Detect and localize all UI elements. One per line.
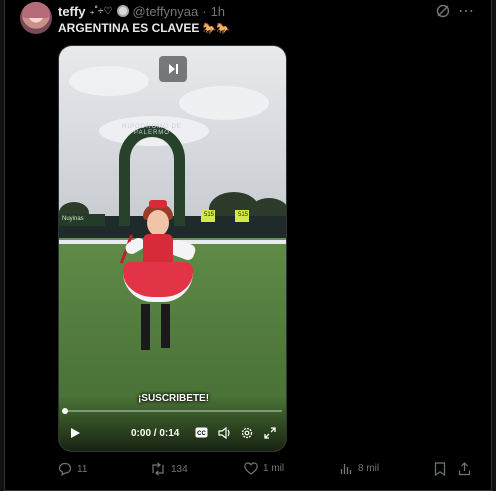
post-header: teffy ₊˚÷♡ @teffynyaa · 1h bbox=[58, 3, 225, 19]
pause-icon bbox=[169, 64, 178, 74]
progress-bar[interactable] bbox=[62, 408, 282, 414]
post-text: ARGENTINA ES CLAVEE 🐎🐎 bbox=[58, 21, 230, 35]
name-decoration: ₊˚÷♡ bbox=[89, 5, 113, 17]
more-icon[interactable]: ⋯ bbox=[458, 1, 475, 21]
views-icon bbox=[340, 464, 352, 474]
ad-board-3: 515 bbox=[235, 210, 249, 222]
progress-knob[interactable] bbox=[62, 408, 68, 414]
video-person bbox=[109, 200, 219, 364]
settings-icon[interactable] bbox=[241, 427, 253, 439]
timestamp[interactable]: 1h bbox=[211, 4, 225, 19]
fullscreen-icon[interactable] bbox=[264, 427, 276, 439]
controls-gradient bbox=[59, 396, 286, 451]
repost-icon bbox=[152, 462, 164, 476]
bookmark-icon[interactable] bbox=[434, 462, 446, 476]
avatar[interactable] bbox=[20, 2, 52, 34]
reply-button[interactable]: 11 bbox=[58, 462, 87, 476]
reply-count: 11 bbox=[77, 463, 88, 475]
video-subtitle: ¡SUSCRIBETE! bbox=[137, 393, 210, 404]
grok-icon[interactable] bbox=[436, 4, 450, 18]
post[interactable]: teffy ₊˚÷♡ @teffynyaa · 1h ⋯ ARGENTINA E… bbox=[0, 0, 496, 491]
like-icon bbox=[244, 462, 258, 475]
action-bar: 11 134 1 mil 8 mil bbox=[58, 462, 478, 478]
arch-text: HIPODROMO DE PALERMO bbox=[122, 124, 182, 136]
post-text-content: ARGENTINA ES CLAVEE bbox=[58, 21, 200, 35]
video-player[interactable]: HIPODROMO DE PALERMO Nuyinas 515 515 ¡SU… bbox=[58, 45, 287, 452]
badge-icon bbox=[116, 5, 129, 17]
reply-icon bbox=[58, 462, 72, 476]
share-icon[interactable] bbox=[458, 462, 471, 476]
captions-icon[interactable]: CC bbox=[195, 427, 208, 438]
handle[interactable]: @teffynyaa bbox=[133, 4, 199, 19]
like-button[interactable]: 1 mil bbox=[244, 462, 284, 475]
like-count: 1 mil bbox=[263, 463, 285, 474]
views-button[interactable]: 8 mil bbox=[340, 462, 379, 475]
repost-count: 134 bbox=[171, 463, 188, 475]
post-text-emoji: 🐎🐎 bbox=[202, 23, 231, 35]
right-border bbox=[491, 0, 496, 491]
separator: · bbox=[202, 3, 207, 19]
views-count: 8 mil bbox=[358, 463, 380, 474]
pause-button[interactable] bbox=[159, 56, 187, 82]
left-border bbox=[0, 0, 5, 491]
repost-button[interactable]: 134 bbox=[150, 462, 188, 476]
display-name[interactable]: teffy bbox=[58, 4, 85, 19]
play-icon[interactable] bbox=[69, 427, 81, 439]
volume-icon[interactable] bbox=[218, 427, 232, 439]
svg-text:CC: CC bbox=[197, 431, 206, 437]
ad-board-1: Nuyinas bbox=[59, 214, 105, 226]
video-time: 0:00 / 0:14 bbox=[131, 428, 180, 439]
